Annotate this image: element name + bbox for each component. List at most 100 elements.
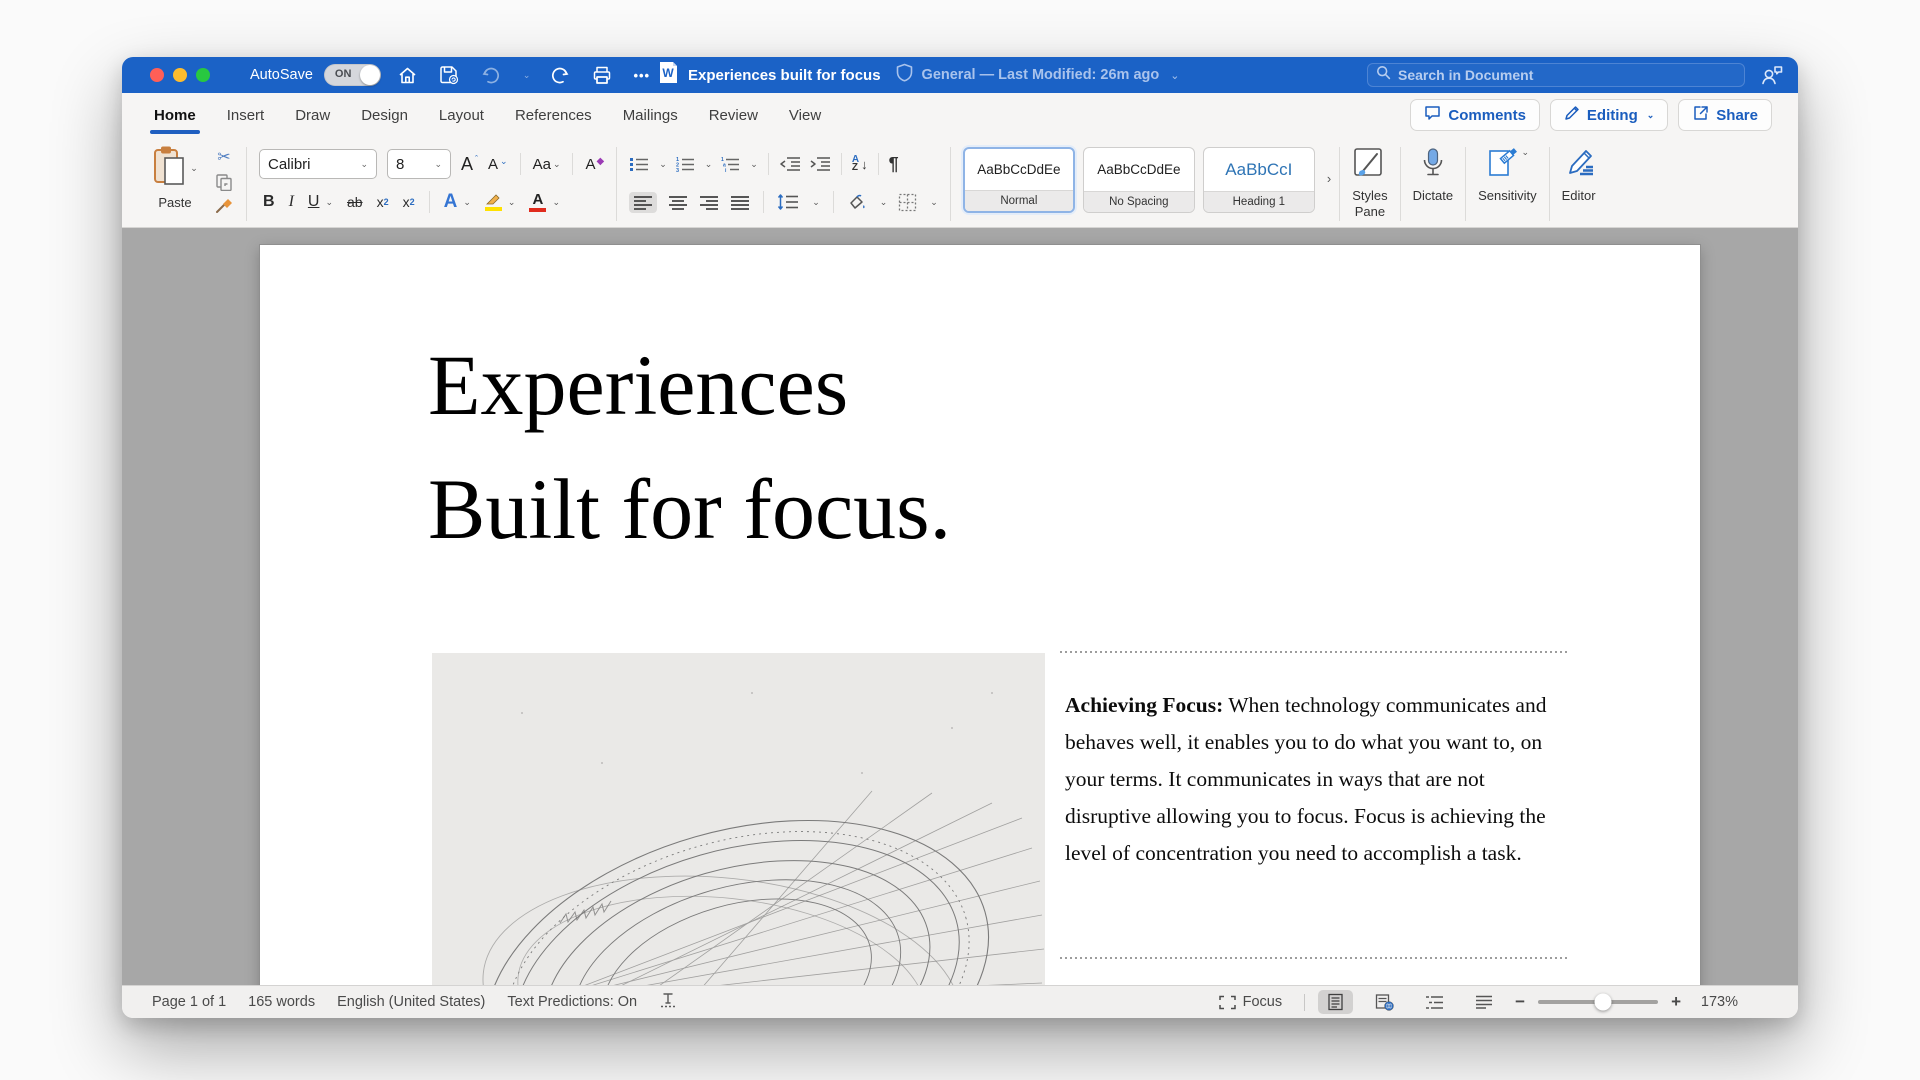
zoom-window-button[interactable] [196,68,210,82]
tab-layout[interactable]: Layout [437,103,486,128]
shading-chevron-icon[interactable]: ⌄ [880,197,888,208]
sort-button[interactable]: AZ ↓ [852,156,868,172]
style-no-spacing[interactable]: AaBbCcDdEe No Spacing [1083,147,1195,213]
document-page[interactable]: Experiences Built for focus. [260,245,1700,985]
print-layout-view-button[interactable] [1318,990,1353,1014]
outline-view-button[interactable] [1416,992,1453,1013]
line-spacing-icon[interactable] [777,194,799,210]
text-effects-button[interactable]: A [444,191,458,213]
numbering-icon[interactable]: 123 [675,156,695,173]
page-indicator[interactable]: Page 1 of 1 [152,994,226,1010]
highlight-button[interactable] [485,194,502,211]
presence-share-icon[interactable] [1760,64,1784,91]
focus-mode-button[interactable]: Focus [1210,991,1292,1013]
paste-chevron-icon[interactable]: ⌄ [190,163,198,174]
save-icon[interactable] [438,64,460,86]
strikethrough-button[interactable]: ab [347,194,363,210]
draft-view-button[interactable] [1466,992,1502,1012]
line-spacing-chevron-icon[interactable]: ⌄ [812,197,820,208]
print-icon[interactable] [591,64,613,86]
bullets-icon[interactable] [629,156,649,173]
numbering-chevron-icon[interactable]: ⌄ [705,159,713,170]
align-right-button[interactable] [699,195,719,210]
zoom-slider[interactable] [1538,1000,1658,1004]
font-size-select[interactable]: 8⌄ [387,149,451,179]
change-case-button[interactable]: Aa⌄ [533,156,561,173]
borders-chevron-icon[interactable]: ⌄ [930,197,938,208]
minimize-window-button[interactable] [173,68,187,82]
redo-icon[interactable] [550,65,571,86]
font-color-button[interactable]: A [529,192,546,212]
shrink-font-button[interactable]: A⌄ [488,156,508,173]
decrease-indent-icon[interactable] [779,156,801,172]
home-icon[interactable] [397,65,418,86]
sensitivity-status[interactable]: General — Last Modified: 26m ago [922,67,1160,83]
document-image[interactable] [432,653,1045,985]
styles-pane-button[interactable]: StylesPane [1352,145,1387,219]
close-window-button[interactable] [150,68,164,82]
zoom-level[interactable]: 173% [1694,994,1738,1010]
tab-mailings[interactable]: Mailings [621,103,680,128]
increase-indent-icon[interactable] [809,156,831,172]
search-field[interactable] [1367,63,1745,87]
share-button[interactable]: Share [1678,99,1772,131]
undo-icon[interactable] [480,65,501,86]
sensitivity-button[interactable]: ⌄ Sensitivity [1478,145,1537,204]
multilevel-list-icon[interactable]: 1ai [720,156,740,173]
more-commands-icon[interactable]: ••• [633,68,650,83]
autosave-toggle[interactable]: ON [324,64,381,86]
autosave-toggle-knob[interactable] [360,65,380,85]
paste-button[interactable]: ⌄ Paste [146,145,204,215]
comments-button[interactable]: Comments [1410,99,1540,131]
tab-review[interactable]: Review [707,103,760,128]
tab-home[interactable]: Home [152,103,198,128]
undo-history-chevron-icon[interactable]: ⌄ [523,70,531,81]
zoom-slider-thumb[interactable] [1594,994,1611,1011]
italic-button[interactable]: I [289,193,294,211]
underline-chevron-icon[interactable]: ⌄ [325,197,333,208]
cut-icon[interactable]: ✂ [217,147,230,167]
shading-bucket-icon[interactable] [847,194,867,211]
text-predictions-indicator[interactable]: Text Predictions: On [507,994,637,1010]
document-canvas[interactable]: Experiences Built for focus. [122,228,1798,985]
language-indicator[interactable]: English (United States) [337,994,485,1010]
font-name-select[interactable]: Calibri⌄ [259,149,377,179]
grow-font-button[interactable]: Aˆ [461,154,478,175]
style-normal[interactable]: AaBbCcDdEe Normal [963,147,1075,213]
justify-button[interactable] [730,195,750,210]
subscript-button[interactable]: x2 [377,194,389,210]
bold-button[interactable]: B [263,193,275,211]
tab-insert[interactable]: Insert [225,103,267,128]
highlight-chevron-icon[interactable]: ⌄ [508,197,516,208]
editing-mode-button[interactable]: Editing ⌄ [1550,99,1668,131]
borders-icon[interactable] [898,193,917,212]
dictate-button[interactable]: Dictate [1413,145,1453,204]
show-formatting-button[interactable]: ¶ [889,154,899,175]
copy-icon[interactable] [215,173,233,191]
underline-button[interactable]: U [308,193,320,211]
align-left-button[interactable] [629,192,657,213]
word-count[interactable]: 165 words [248,994,315,1010]
editor-button[interactable]: Editor [1562,145,1596,204]
format-painter-icon[interactable] [214,197,234,215]
search-input[interactable] [1398,67,1718,83]
text-predictions-icon[interactable] [659,992,677,1012]
superscript-button[interactable]: x2 [403,194,415,210]
text-effects-chevron-icon[interactable]: ⌄ [463,197,471,208]
tab-draw[interactable]: Draw [293,103,332,128]
tab-design[interactable]: Design [359,103,410,128]
zoom-out-button[interactable]: − [1515,992,1525,1012]
tab-references[interactable]: References [513,103,594,128]
web-layout-view-button[interactable] [1366,990,1403,1014]
styles-gallery-more-icon[interactable]: › [1327,171,1331,186]
style-heading-1[interactable]: AaBbCcI Heading 1 [1203,147,1315,213]
bullets-chevron-icon[interactable]: ⌄ [659,159,667,170]
font-color-chevron-icon[interactable]: ⌄ [552,197,560,208]
sensitivity-chevron-icon[interactable]: ⌄ [1170,69,1179,82]
zoom-in-button[interactable]: + [1671,992,1681,1012]
align-center-button[interactable] [668,195,688,210]
clear-formatting-button[interactable]: A◆ [585,156,604,173]
tab-view[interactable]: View [787,103,823,128]
document-title[interactable]: Experiences built for focus [688,67,881,84]
multilevel-chevron-icon[interactable]: ⌄ [750,159,758,170]
